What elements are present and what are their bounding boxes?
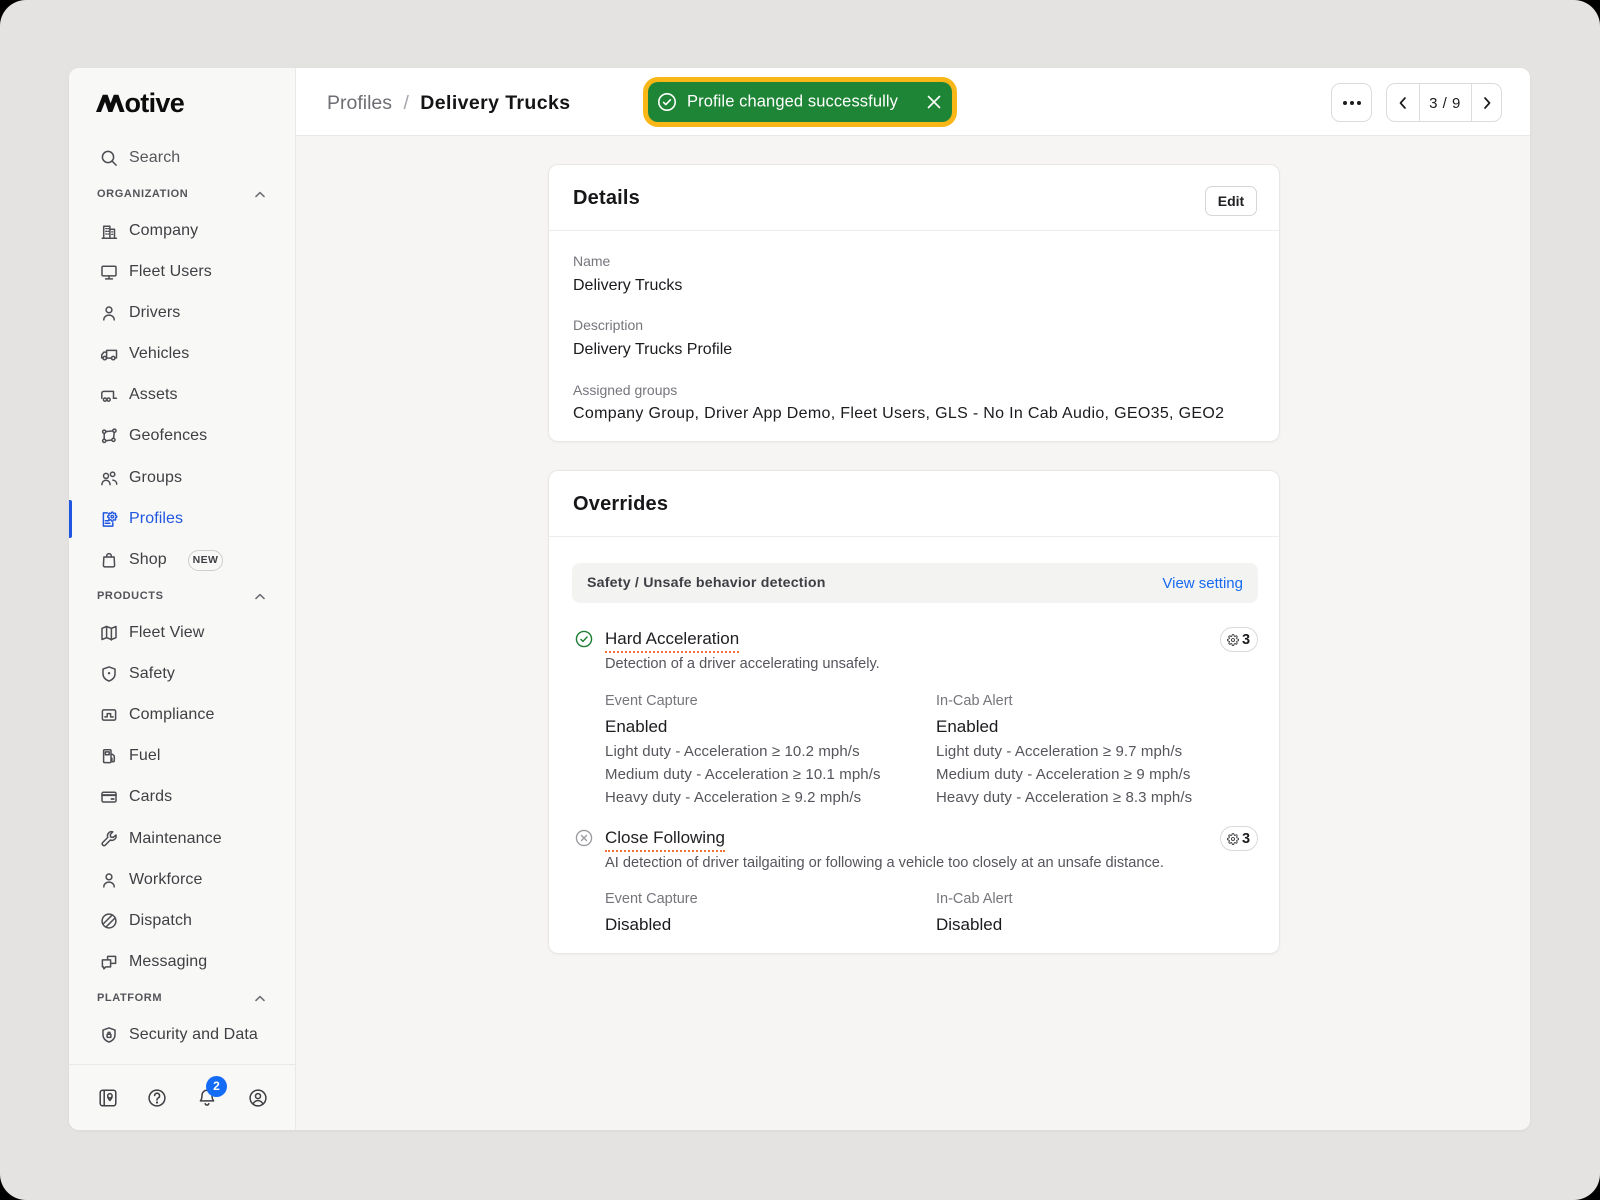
svg-text:otive: otive [125, 88, 185, 118]
